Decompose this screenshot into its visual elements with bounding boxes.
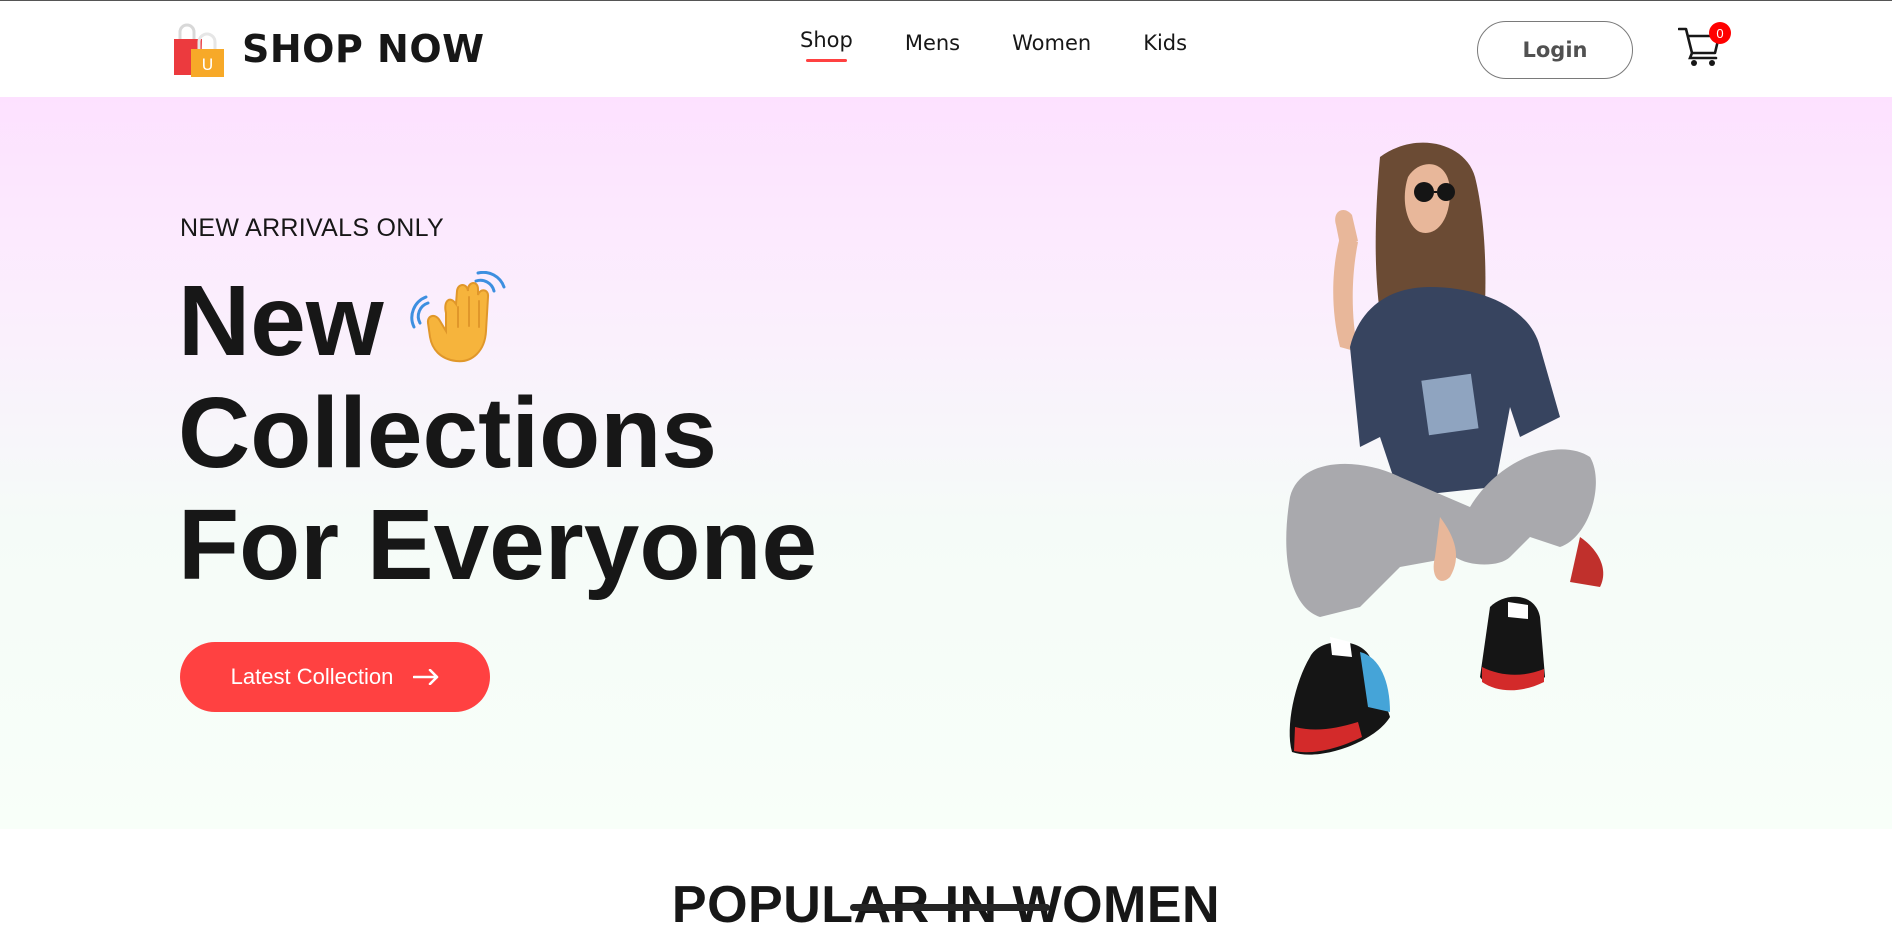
- hero-model-image: [1286, 142, 1604, 755]
- cart-button[interactable]: 0: [1678, 22, 1734, 71]
- hero-title: New Collections For Everyone: [178, 265, 817, 601]
- svg-text:U: U: [202, 55, 214, 74]
- main-nav: Shop Mens Women Kids: [800, 28, 1187, 62]
- brand-name: SHOP NOW: [242, 27, 485, 71]
- nav-item-shop[interactable]: Shop: [800, 28, 853, 62]
- arrow-right-icon: [413, 669, 439, 685]
- hero-banner: NEW ARRIVALS ONLY New Collections For Ev…: [0, 97, 1892, 829]
- hero-title-line: Collections: [178, 377, 717, 489]
- nav-item-label: Shop: [800, 28, 853, 52]
- hero-title-text: New: [178, 265, 384, 377]
- navbar: U SHOP NOW Shop Mens Women Kids Login 0: [0, 1, 1892, 97]
- nav-item-women[interactable]: Women: [1012, 31, 1091, 55]
- brand-logo[interactable]: U SHOP NOW: [168, 19, 485, 79]
- nav-item-label: Women: [1012, 31, 1092, 55]
- hero-title-line: For Everyone: [178, 489, 818, 601]
- login-button[interactable]: Login: [1477, 21, 1633, 79]
- nav-item-kids[interactable]: Kids: [1143, 31, 1187, 55]
- latest-collection-button[interactable]: Latest Collection: [180, 642, 490, 712]
- nav-item-label: Kids: [1143, 31, 1188, 55]
- cart-count-badge: 0: [1709, 22, 1731, 44]
- active-nav-indicator: [806, 59, 847, 62]
- shopping-bags-icon: U: [174, 23, 224, 77]
- cta-label: Latest Collection: [230, 664, 394, 689]
- waving-hand-icon: [410, 271, 506, 363]
- hero-title-line: New: [178, 265, 817, 377]
- hero-eyebrow: NEW ARRIVALS ONLY: [180, 214, 444, 242]
- section-title-underline: [850, 904, 1050, 911]
- nav-item-mens[interactable]: Mens: [905, 31, 960, 55]
- nav-item-label: Mens: [904, 31, 961, 55]
